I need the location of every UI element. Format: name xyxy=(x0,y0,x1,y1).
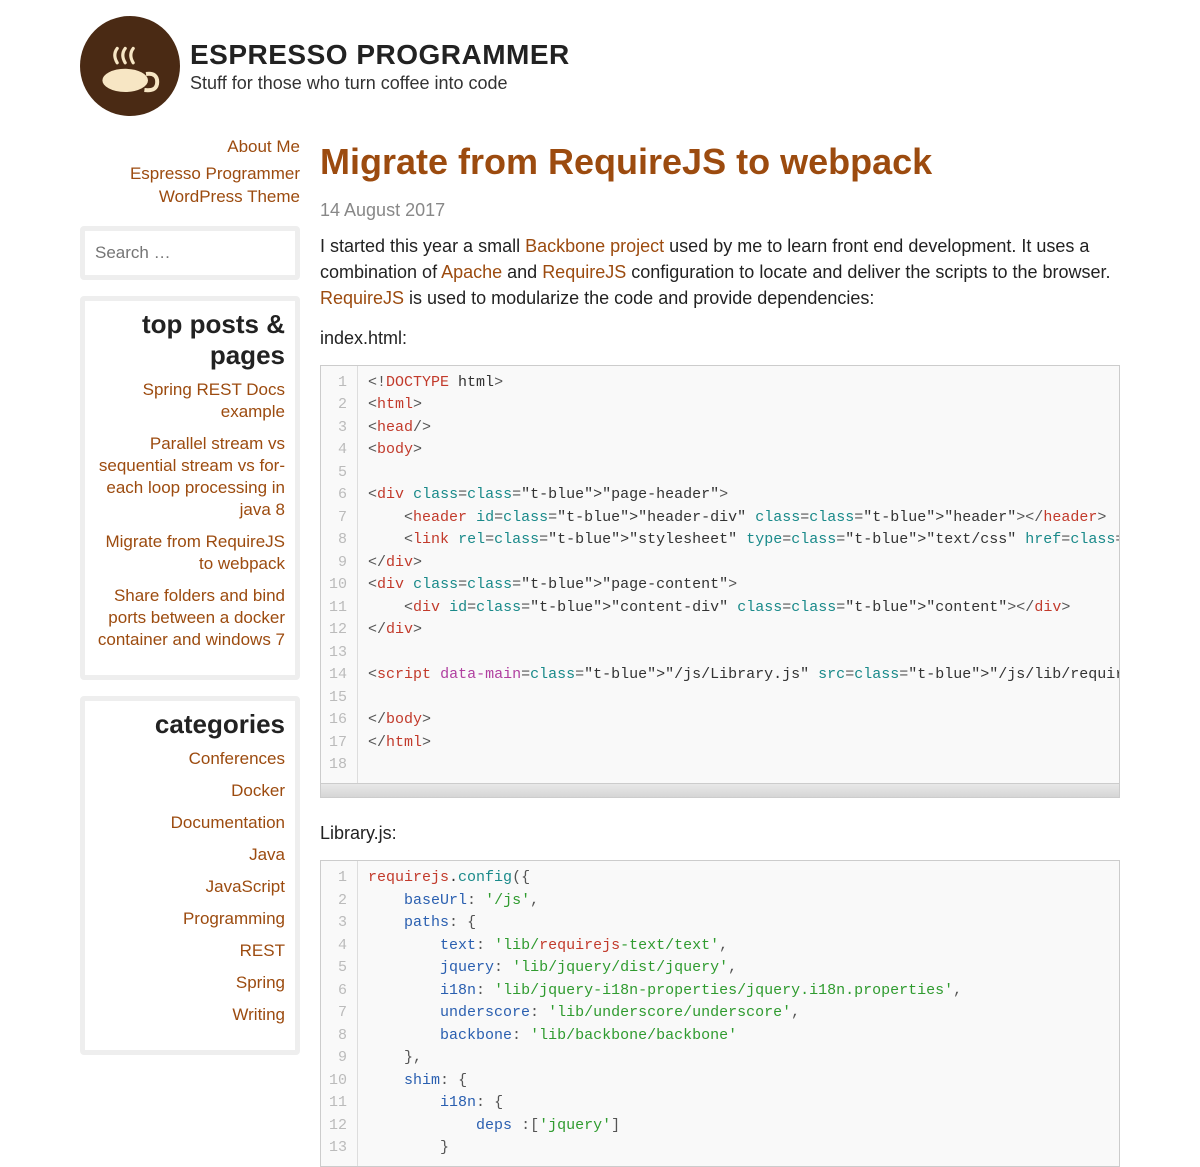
category-link[interactable]: Docker xyxy=(231,781,285,800)
main-content: Migrate from RequireJS to webpack 14 Aug… xyxy=(320,136,1120,1167)
category-link[interactable]: Writing xyxy=(232,1005,285,1024)
category-link[interactable]: REST xyxy=(240,941,285,960)
sidebar: About Me Espresso Programmer WordPress T… xyxy=(80,136,300,1071)
link-backbone[interactable]: Backbone project xyxy=(525,236,664,256)
link-requirejs[interactable]: RequireJS xyxy=(542,262,626,282)
category-link[interactable]: Documentation xyxy=(171,813,285,832)
widget-categories: categories Conferences Docker Documentat… xyxy=(80,696,300,1055)
line-gutter: 1 2 3 4 5 6 7 8 9 10 11 12 13 14 15 16 1… xyxy=(321,366,358,783)
code-label-index: index.html: xyxy=(320,325,1120,351)
top-post-link[interactable]: Parallel stream vs sequential stream vs … xyxy=(99,434,285,519)
search-box xyxy=(80,226,300,280)
top-post-link[interactable]: Spring REST Docs example xyxy=(143,380,285,421)
search-input[interactable] xyxy=(85,231,295,275)
site-logo xyxy=(80,16,180,116)
code-content: <!DOCTYPE html> <html> <head/> <body> <d… xyxy=(358,366,1119,783)
top-post-link[interactable]: Migrate from RequireJS to webpack xyxy=(105,532,285,573)
horizontal-scrollbar[interactable] xyxy=(321,783,1119,797)
code-content: requirejs.config({ baseUrl: '/js', paths… xyxy=(358,861,972,1166)
link-apache[interactable]: Apache xyxy=(441,262,502,282)
line-gutter: 1 2 3 4 5 6 7 8 9 10 11 12 13 xyxy=(321,861,358,1166)
nav-list: About Me Espresso Programmer WordPress T… xyxy=(80,136,300,208)
widget-title: categories xyxy=(95,709,285,740)
nav-link-about[interactable]: About Me xyxy=(227,137,300,156)
category-link[interactable]: Conferences xyxy=(189,749,285,768)
site-tagline: Stuff for those who turn coffee into cod… xyxy=(190,73,570,94)
post-date: 14 August 2017 xyxy=(320,200,1120,221)
post-title: Migrate from RequireJS to webpack xyxy=(320,142,1120,182)
widget-title: top posts & pages xyxy=(95,309,285,371)
category-link[interactable]: Programming xyxy=(183,909,285,928)
codeblock-library-js: 1 2 3 4 5 6 7 8 9 10 11 12 13 requirejs.… xyxy=(320,860,1120,1167)
category-link[interactable]: JavaScript xyxy=(206,877,285,896)
site-header: ESPRESSO PROGRAMMER Stuff for those who … xyxy=(80,0,1120,136)
site-title: ESPRESSO PROGRAMMER xyxy=(190,39,570,71)
widget-top-posts: top posts & pages Spring REST Docs examp… xyxy=(80,296,300,680)
intro-paragraph: I started this year a small Backbone pro… xyxy=(320,233,1120,311)
post-body: I started this year a small Backbone pro… xyxy=(320,233,1120,1167)
category-link[interactable]: Java xyxy=(249,845,285,864)
top-post-link[interactable]: Share folders and bind ports between a d… xyxy=(98,586,285,649)
link-requirejs-2[interactable]: RequireJS xyxy=(320,288,404,308)
nav-link-theme[interactable]: Espresso Programmer WordPress Theme xyxy=(130,164,300,206)
category-link[interactable]: Spring xyxy=(236,973,285,992)
codeblock-index-html: 1 2 3 4 5 6 7 8 9 10 11 12 13 14 15 16 1… xyxy=(320,365,1120,798)
code-label-libraryjs: Library.js: xyxy=(320,820,1120,846)
